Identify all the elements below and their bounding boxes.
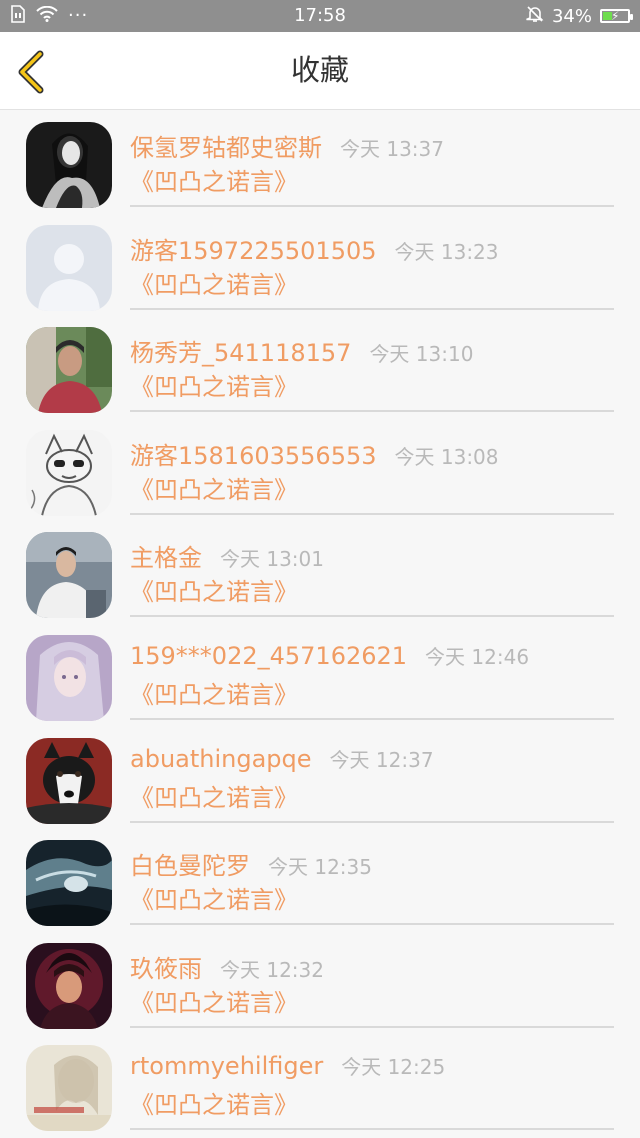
timestamp: 今天 12:35 <box>268 855 372 880</box>
favorite-row[interactable]: 游客1581603556553 今天 13:08 《凹凸之诺言》 <box>0 418 640 521</box>
username: 保氢罗轱都史密斯 <box>130 134 322 162</box>
favorite-row[interactable]: 游客1597225501505 今天 13:23 《凹凸之诺言》 <box>0 213 640 316</box>
row-divider <box>130 717 614 720</box>
avatar[interactable] <box>26 840 112 927</box>
timestamp: 今天 13:08 <box>394 444 499 469</box>
username: 白色曼陀罗 <box>130 852 250 881</box>
avatar[interactable] <box>26 1045 112 1132</box>
avatar[interactable] <box>26 429 112 516</box>
avatar[interactable] <box>26 224 112 311</box>
timestamp: 今天 12:37 <box>329 747 434 772</box>
book-title[interactable]: 《凹凸之诺言》 <box>130 987 614 1019</box>
book-title[interactable]: 《凹凸之诺言》 <box>130 576 614 608</box>
row-divider <box>130 615 614 618</box>
favorites-list: 保氢罗轱都史密斯 今天 13:37 《凹凸之诺言》 游客1597225501505… <box>0 110 640 1136</box>
status-right: 34% ⚡ <box>526 5 633 28</box>
username: 杨秀芳_541118157 <box>130 339 352 368</box>
username: 游客1581603556553 <box>130 441 377 470</box>
username: 主格金 <box>130 544 202 573</box>
page-title: 收藏 <box>290 53 349 87</box>
timestamp: 今天 13:23 <box>394 239 499 264</box>
avatar[interactable] <box>26 942 112 1029</box>
row-divider <box>130 205 614 207</box>
username: abuathingapqe <box>130 744 312 773</box>
favorite-row[interactable]: 159***022_457162621 今天 12:46 《凹凸之诺言》 <box>0 623 640 726</box>
timestamp: 今天 12:25 <box>341 1055 446 1080</box>
favorite-row[interactable]: 杨秀芳_541118157 今天 13:10 《凹凸之诺言》 <box>0 315 640 418</box>
username: rtommyehilfiger <box>130 1052 324 1081</box>
book-title[interactable]: 《凹凸之诺言》 <box>130 1089 614 1121</box>
favorite-row[interactable]: 白色曼陀罗 今天 12:35 《凹凸之诺言》 <box>0 828 640 931</box>
book-title[interactable]: 《凹凸之诺言》 <box>130 474 614 506</box>
username: 玖筱雨 <box>130 954 202 983</box>
book-title[interactable]: 《凹凸之诺言》 <box>130 679 614 711</box>
navigation-bar: 收藏 <box>0 32 640 110</box>
timestamp: 今天 13:01 <box>220 547 324 572</box>
avatar[interactable] <box>26 634 112 721</box>
status-bar: ··· 17:58 34% ⚡ <box>0 0 640 32</box>
avatar[interactable] <box>26 122 112 208</box>
favorite-row[interactable]: 主格金 今天 13:01 《凹凸之诺言》 <box>0 520 640 623</box>
timestamp: 今天 12:46 <box>425 644 530 669</box>
book-title[interactable]: 《凹凸之诺言》 <box>130 269 614 301</box>
row-divider <box>130 820 614 823</box>
row-divider <box>130 512 614 515</box>
charging-bolt-icon: ⚡ <box>611 9 620 23</box>
avatar[interactable] <box>26 327 112 414</box>
battery-percent: 34% <box>551 5 592 27</box>
username: 159***022_457162621 <box>130 641 408 670</box>
book-title[interactable]: 《凹凸之诺言》 <box>130 371 614 403</box>
row-divider <box>130 923 614 926</box>
book-title[interactable]: 《凹凸之诺言》 <box>130 782 614 814</box>
row-divider <box>130 1128 614 1131</box>
mute-bell-icon <box>526 5 544 28</box>
avatar[interactable] <box>26 532 112 619</box>
username: 游客1597225501505 <box>130 236 377 265</box>
favorite-row[interactable]: rtommyehilfiger 今天 12:25 《凹凸之诺言》 <box>0 1033 640 1136</box>
avatar[interactable] <box>26 737 112 824</box>
favorite-row[interactable]: abuathingapqe 今天 12:37 《凹凸之诺言》 <box>0 726 640 829</box>
battery-charging-icon: ⚡ <box>600 9 633 23</box>
row-divider <box>130 1025 614 1028</box>
favorite-row[interactable]: 玖筱雨 今天 12:32 《凹凸之诺言》 <box>0 931 640 1034</box>
row-divider <box>130 410 614 413</box>
favorite-row[interactable]: 保氢罗轱都史密斯 今天 13:37 《凹凸之诺言》 <box>0 110 640 213</box>
timestamp: 今天 12:32 <box>220 957 324 982</box>
timestamp: 今天 13:37 <box>340 137 444 161</box>
book-title[interactable]: 《凹凸之诺言》 <box>130 884 614 916</box>
row-divider <box>130 307 614 310</box>
timestamp: 今天 13:10 <box>369 342 474 367</box>
book-title[interactable]: 《凹凸之诺言》 <box>130 166 614 198</box>
